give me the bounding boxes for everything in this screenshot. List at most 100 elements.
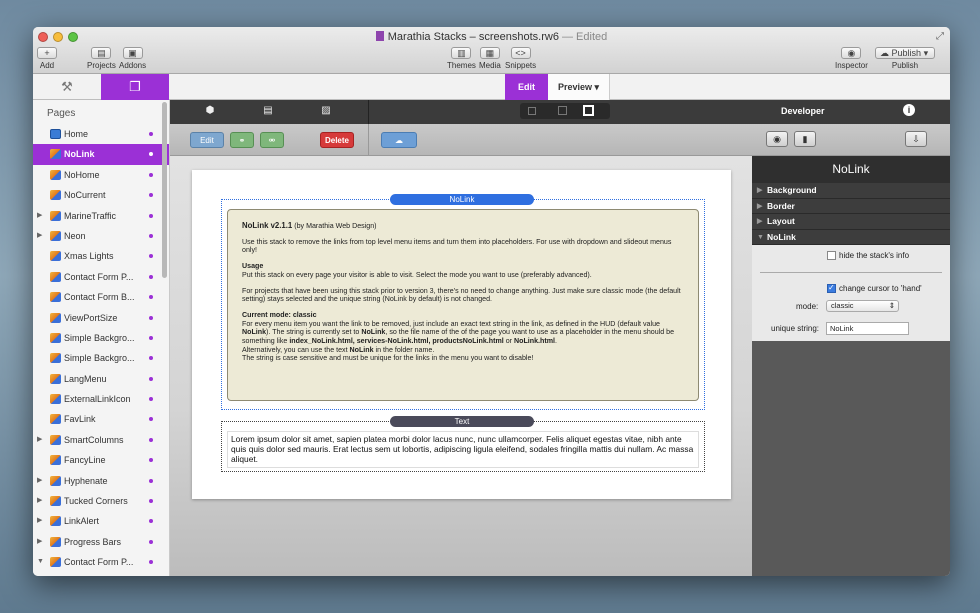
fullscreen-icon[interactable]: ⤢ [936,31,944,42]
sidebar-page-item[interactable]: ViewPortSize [33,308,169,328]
delete-button[interactable]: Delete [320,132,354,148]
sidebar-page-item[interactable]: ▼ Contact Form P... [33,552,169,572]
chevron-down-icon: ▾ [923,48,929,58]
chevron-right-icon[interactable]: ▶ [37,491,42,511]
view-tablet[interactable] [558,106,567,115]
section-border[interactable]: ▶ Border [752,198,950,214]
text-stack-label[interactable]: Text [390,416,534,427]
chevron-right-icon: ▶ [757,218,763,225]
sidebar-page-item[interactable]: ▶ MarineTraffic [33,206,169,226]
tab-row: ⚒ ❐ Edit Preview ▾ [33,74,950,100]
unlink-button[interactable]: ⚮ [260,132,284,148]
document-icon [375,31,384,41]
edit-stack-button[interactable]: Edit [190,132,224,148]
page-item-label: ViewPortSize [64,312,118,323]
chevron-right-icon[interactable]: ▶ [37,430,42,450]
hide-info-checkbox[interactable] [827,251,836,260]
view-phone[interactable] [528,107,536,115]
tab-site-settings[interactable]: ⚒ [33,74,101,100]
chevron-right-icon[interactable]: ▶ [37,471,42,491]
addons-button[interactable]: ▣ Addons [119,47,146,70]
projects-button[interactable]: ▤ Projects [87,47,116,70]
page-item-label: MarineTraffic [64,210,117,221]
tab-preview[interactable]: Preview ▾ [548,74,610,100]
sidebar-page-item[interactable]: LangMenu [33,369,169,389]
sidebar-page-item[interactable]: ▶ LinkAlert [33,511,169,531]
image-icon[interactable]: ▨ [319,105,333,117]
sidebar-page-item[interactable]: ▶ Hyphenate [33,471,169,491]
link-icon: ⚭ [238,136,246,145]
projects-icon: ▤ [91,47,112,59]
section-background[interactable]: ▶ Background [752,183,950,199]
stacks-page-icon [50,271,61,282]
chevron-right-icon[interactable]: ▶ [37,511,42,531]
page-status-dot [149,499,153,504]
edit-canvas: NoLink NoLink v2.1.1 (by Marathia Web De… [170,156,752,576]
inspector-button[interactable]: ◉ Inspector [835,47,868,70]
page-item-label: NoHome [64,169,100,180]
tab-pages[interactable]: ❐ [101,74,169,100]
sidebar-page-item[interactable]: ▶ Progress Bars [33,532,169,552]
chevron-right-icon[interactable]: ▶ [37,532,42,552]
page-status-dot [149,539,153,544]
visibility-button[interactable]: ◉ [766,131,788,147]
sidebar-page-item[interactable]: Home [33,124,169,144]
view-desktop[interactable] [583,105,594,116]
pages-header: Pages [47,108,76,119]
sidebar-page-item[interactable]: NoCurrent [33,185,169,205]
sidebar-page-item[interactable]: NoLink [33,144,169,165]
stacks-page-icon [50,516,61,527]
page-status-dot [149,233,153,238]
link-button[interactable]: ⚭ [230,132,254,148]
snippets-button[interactable]: <> Snippets [505,47,536,70]
chevron-right-icon[interactable]: ▶ [37,206,42,226]
sidebar-page-item[interactable]: FavLink [33,409,169,429]
nolink-stack-label[interactable]: NoLink [390,194,534,205]
sidebar-page-item[interactable]: Simple Backgro... [33,328,169,348]
lock-button[interactable]: ▮ [794,131,816,147]
stacks-page-icon [50,557,61,568]
export-button[interactable]: ⇩ [905,131,927,147]
page-item-label: Simple Backgro... [64,332,135,343]
sidebar-page-item[interactable]: NoHome [33,165,169,185]
inspector-icon: ◉ [841,47,862,59]
stacks-library-icon[interactable]: ⬢ [203,105,217,117]
info-icon[interactable]: i [903,104,915,116]
sidebar-page-item[interactable]: Simple Backgro... [33,348,169,368]
layout-icon[interactable]: ▤ [261,105,275,117]
tab-edit[interactable]: Edit [505,74,548,100]
section-layout[interactable]: ▶ Layout [752,214,950,230]
chevron-right-icon: ▶ [757,202,763,210]
nolink-stack[interactable]: NoLink NoLink v2.1.1 (by Marathia Web De… [221,194,705,410]
chevron-right-icon: ▶ [757,187,763,194]
sidebar-page-item[interactable]: Xmas Lights [33,246,169,266]
publish-button[interactable]: ☁ Publish ▾ Publish [875,47,935,70]
view-size-switcher[interactable] [520,103,610,119]
page-status-dot [149,274,153,279]
sidebar-page-item[interactable]: Contact Form B... [33,287,169,307]
text-content[interactable]: Lorem ipsum dolor sit amet, sapien plate… [227,431,699,468]
sidebar-page-item[interactable]: FancyLine [33,450,169,470]
page-status-dot [149,437,153,442]
section-nolink[interactable]: ▼ NoLink [752,229,950,245]
stepper-icon: ⇕ [888,301,895,310]
text-stack[interactable]: Text Lorem ipsum dolor sit amet, sapien … [221,416,705,472]
sidebar-page-item[interactable]: ▶ Neon [33,226,169,246]
mode-select[interactable]: classic ⇕ [826,300,899,312]
app-window: Marathia Stacks – screenshots.rw6 — Edit… [33,27,950,576]
page-list: Home NoLink NoHome NoCurrent ▶ MarineTraffic ▶… [33,124,169,573]
sidebar-scrollbar[interactable] [162,102,167,278]
sidebar-page-item[interactable]: ▶ Tucked Corners [33,491,169,511]
sidebar-page-item[interactable]: ExternalLinkIcon [33,389,169,409]
eye-icon: ◉ [773,134,781,144]
chevron-down-icon[interactable]: ▼ [37,552,44,572]
sidebar-page-item[interactable]: Contact Form P... [33,267,169,287]
add-button[interactable]: + Add [37,47,57,70]
media-button[interactable]: ▦ Media [479,47,501,70]
unique-string-input[interactable]: NoLink [826,322,909,335]
sidebar-page-item[interactable]: ▶ SmartColumns [33,430,169,450]
cursor-checkbox[interactable] [827,283,836,293]
cloud-button[interactable]: ☁ [381,132,417,148]
chevron-right-icon[interactable]: ▶ [37,226,42,246]
themes-button[interactable]: ▥ Themes [447,47,476,70]
